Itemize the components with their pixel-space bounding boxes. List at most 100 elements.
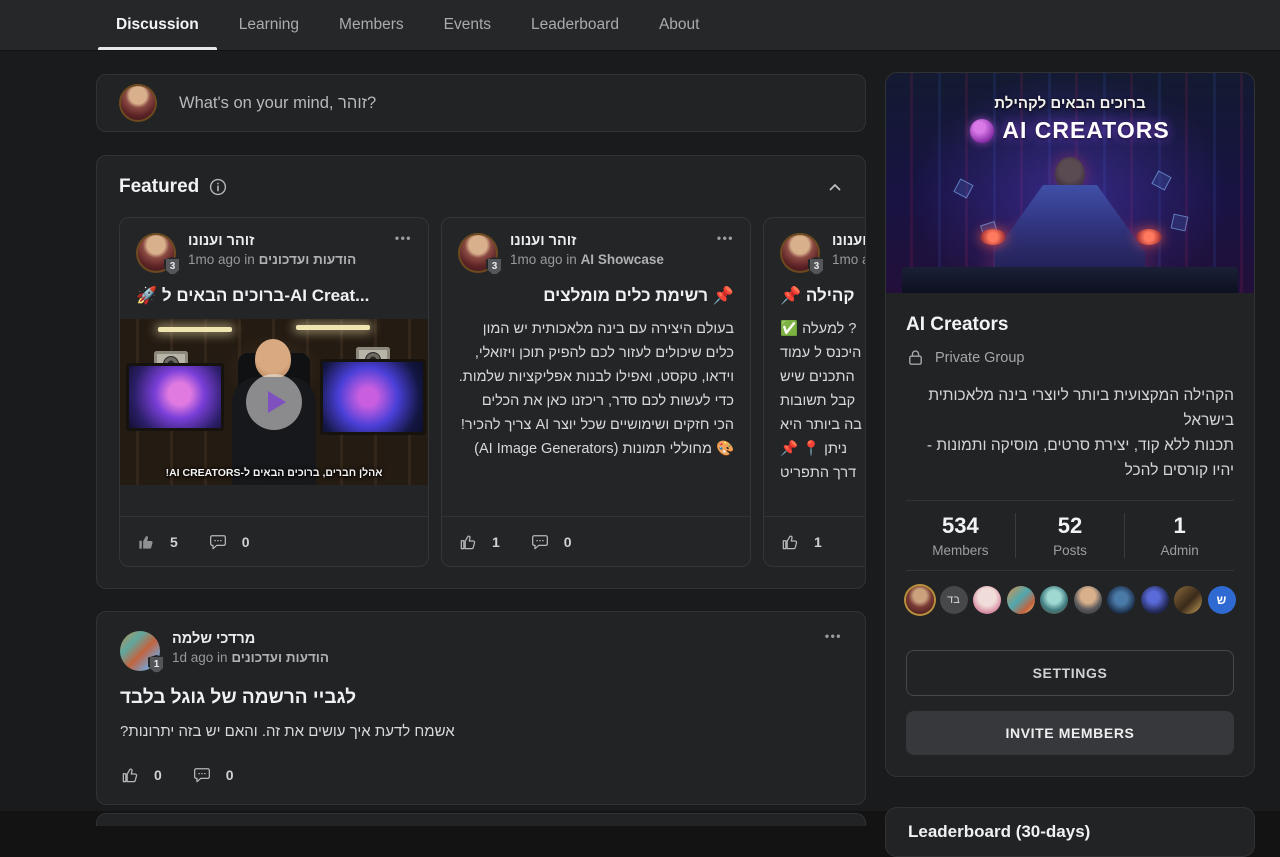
studio-light	[296, 325, 370, 330]
members-count: 534	[906, 513, 1015, 539]
post-meta: 1d ago in הודעות ועדכונים	[172, 650, 329, 665]
invite-members-button[interactable]: INVITE MEMBERS	[906, 711, 1234, 755]
settings-button[interactable]: SETTINGS	[906, 650, 1234, 696]
play-icon[interactable]	[246, 374, 302, 430]
admins-count: 1	[1125, 513, 1234, 539]
cover-figure-hand	[980, 229, 1006, 245]
body-line: התכנים שיש	[780, 365, 866, 389]
like-count: 1	[814, 534, 822, 550]
post-channel[interactable]: AI Showcase	[581, 252, 664, 267]
author-name[interactable]: זוהר וענונו	[832, 233, 866, 249]
group-page: Discussion Learning Members Events Leade…	[0, 0, 1280, 811]
comment-button[interactable]	[530, 532, 550, 552]
like-count: 5	[170, 534, 178, 550]
post-meta: 1mo ago in	[832, 252, 866, 267]
leaderboard-title: Leaderboard (30-days)	[908, 822, 1232, 842]
group-cover-image: ברוכים הבאים לקהילת AI CREATORS	[886, 73, 1254, 293]
kebab-menu-icon[interactable]	[395, 233, 412, 243]
author-name[interactable]: מרדכי שלמה	[172, 631, 329, 647]
feed-post[interactable]: 1 מרדכי שלמה 1d ago in הודעות ועדכונים ל…	[96, 611, 866, 805]
author-avatar[interactable]: 3	[780, 233, 820, 273]
like-button[interactable]	[120, 765, 140, 785]
kebab-menu-icon[interactable]	[717, 233, 734, 243]
member-avatar[interactable]	[973, 586, 1001, 614]
members-label: Members	[906, 543, 1015, 558]
post-body[interactable]: ✅ למעלה ? היכנס ל עמוד התכנים שיש קבל תש…	[780, 317, 866, 485]
featured-section: Featured 3	[96, 155, 866, 589]
post-body[interactable]: אשמח לדעת איך עושים את זה. והאם יש בזה י…	[120, 723, 842, 740]
author-avatar[interactable]: 3	[136, 233, 176, 273]
featured-card-tools[interactable]: 3 זוהר וענונו 1mo ago in AI Showcase 📌 ר…	[441, 217, 751, 567]
featured-card-community[interactable]: 3 זוהר וענונו 1mo ago in 📌 קהילה ✅ למעלה…	[763, 217, 866, 567]
author-avatar[interactable]: 3	[458, 233, 498, 273]
video-caption: אהלן חברים, ברוכים הבאים ל-AI CREATORS!	[120, 467, 428, 479]
admins-label: Admin	[1125, 543, 1234, 558]
member-avatar[interactable]	[1107, 586, 1135, 614]
member-avatar[interactable]: ש	[1208, 586, 1236, 614]
like-button[interactable]	[136, 532, 156, 552]
group-stats: 534 Members 52 Posts 1 Admin	[906, 500, 1234, 571]
tab-learning[interactable]: Learning	[237, 0, 301, 50]
post-meta: 1mo ago in הודעות ועדכונים	[188, 252, 356, 267]
tab-about[interactable]: About	[657, 0, 702, 50]
post-body[interactable]: בעולם היצירה עם בינה מלאכותית יש המון כל…	[458, 317, 734, 461]
post-title[interactable]: 📌 קהילה	[780, 286, 866, 306]
post-footer: 1	[764, 516, 866, 566]
author-name[interactable]: זוהר וענונו	[510, 233, 664, 249]
kebab-menu-icon[interactable]	[825, 631, 842, 641]
post-title[interactable]: לגביי הרשמה של גוגל בלבד	[120, 687, 842, 709]
stat-members: 534 Members	[906, 513, 1015, 558]
post-composer[interactable]: What's on your mind, זוהר?	[96, 74, 866, 132]
body-line: 📌 📍 ניתן	[780, 437, 866, 461]
post-footer: 0 0	[120, 746, 842, 804]
post-time: 1mo ago in	[188, 252, 255, 267]
post-footer: 5 0	[120, 516, 428, 566]
main-column: What's on your mind, זוהר? Featured	[96, 51, 866, 826]
post-title[interactable]: 🚀 ברוכים הבאים ל-AI Creat...	[136, 286, 412, 306]
member-avatar[interactable]	[1040, 586, 1068, 614]
composer-prompt[interactable]: What's on your mind, זוהר?	[179, 94, 376, 113]
privacy-row: Private Group	[906, 348, 1234, 367]
post-footer: 1 0	[442, 516, 750, 566]
comment-count: 0	[242, 534, 250, 550]
floating-cube	[1171, 214, 1189, 232]
tab-discussion[interactable]: Discussion	[114, 0, 201, 50]
monitor-right	[320, 359, 426, 435]
comment-button[interactable]	[192, 765, 212, 785]
member-avatar[interactable]	[1174, 586, 1202, 614]
top-nav: Discussion Learning Members Events Leade…	[0, 0, 1280, 51]
member-avatar[interactable]: בד	[940, 586, 968, 614]
featured-card-welcome[interactable]: 3 זוהר וענונו 1mo ago in הודעות ועדכונים…	[119, 217, 429, 567]
group-name: AI Creators	[906, 314, 1234, 336]
post-meta: 1mo ago in AI Showcase	[510, 252, 664, 267]
video-thumbnail[interactable]: אהלן חברים, ברוכים הבאים ל-AI CREATORS!	[120, 319, 428, 485]
chevron-up-icon[interactable]	[827, 179, 843, 195]
comment-count: 0	[226, 767, 234, 783]
info-icon[interactable]	[209, 178, 227, 196]
comment-button[interactable]	[208, 532, 228, 552]
body-line: ✅ למעלה ?	[780, 317, 866, 341]
member-avatar[interactable]	[906, 586, 934, 614]
current-user-avatar[interactable]	[119, 84, 157, 122]
post-title[interactable]: 📌 רשימת כלים מומלצים	[458, 286, 734, 306]
tab-members[interactable]: Members	[337, 0, 406, 50]
member-avatar[interactable]	[1141, 586, 1169, 614]
tab-events[interactable]: Events	[442, 0, 493, 50]
featured-title: Featured	[119, 176, 199, 198]
author-name[interactable]: זוהר וענונו	[188, 233, 356, 249]
posts-label: Posts	[1016, 543, 1125, 558]
tab-leaderboard[interactable]: Leaderboard	[529, 0, 621, 50]
level-badge: 3	[164, 257, 181, 276]
leaderboard-card: Leaderboard (30-days)	[885, 807, 1255, 857]
presenter-head	[255, 339, 291, 379]
like-button[interactable]	[780, 532, 800, 552]
like-button[interactable]	[458, 532, 478, 552]
post-channel[interactable]: הודעות ועדכונים	[231, 650, 329, 665]
member-avatar[interactable]	[1007, 586, 1035, 614]
author-avatar[interactable]: 1	[120, 631, 160, 671]
lock-icon	[906, 348, 925, 367]
sidebar: ברוכים הבאים לקהילת AI CREATORS AI Creat…	[885, 51, 1255, 857]
post-channel[interactable]: הודעות ועדכונים	[259, 252, 357, 267]
member-avatar[interactable]	[1074, 586, 1102, 614]
floating-cube	[1151, 170, 1171, 190]
